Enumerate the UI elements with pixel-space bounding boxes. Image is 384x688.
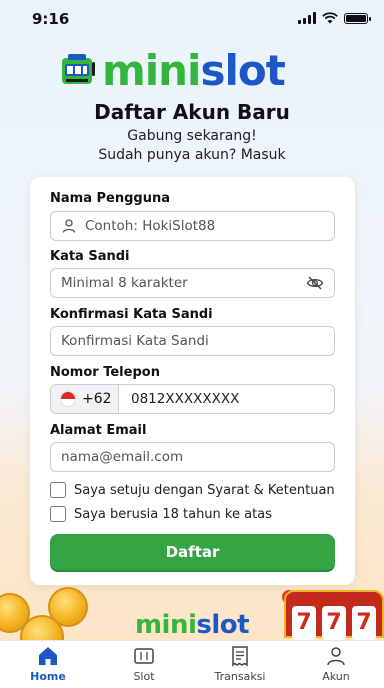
brand-mini: mini (102, 46, 201, 95)
home-icon (39, 647, 57, 665)
nav-akun-label: Akun (322, 670, 350, 683)
nav-slot[interactable]: Slot (104, 645, 184, 683)
reel: 7 (292, 606, 316, 640)
user-icon (327, 647, 345, 666)
age-checkbox[interactable] (50, 506, 66, 522)
password-label: Kata Sandi (50, 249, 130, 264)
banner-slot: slot (196, 610, 250, 640)
wifi-icon (322, 12, 338, 24)
password-input[interactable]: Minimal 8 karakter (50, 268, 335, 298)
nav-home-label: Home (30, 670, 66, 683)
register-form-card: Nama Pengguna Contoh: HokiSlot88 Kata Sa… (30, 177, 355, 585)
phone-label: Nomor Telepon (50, 365, 160, 380)
reel: 7 (352, 606, 376, 640)
login-prompt: Sudah punya akun? Masuk (0, 147, 384, 163)
username-placeholder: Contoh: HokiSlot88 (85, 218, 216, 234)
password-placeholder: Minimal 8 karakter (61, 275, 188, 291)
bottom-nav: Home Slot Transaksi Akun (0, 640, 384, 688)
login-prompt-text: Sudah punya akun? (98, 147, 237, 163)
confirm-password-placeholder: Konfirmasi Kata Sandi (61, 333, 209, 349)
signal-icon (298, 12, 316, 24)
terms-label: Saya setuju dengan Syarat & Ketentuan (74, 482, 335, 498)
phone-input-group: +62 0812XXXXXXXX (50, 384, 335, 414)
confirm-password-label: Konfirmasi Kata Sandi (50, 307, 213, 322)
country-code-select[interactable]: +62 (51, 385, 119, 413)
slot-machine-logo-icon (62, 54, 95, 84)
nav-slot-label: Slot (133, 670, 155, 683)
page-subtitle: Gabung sekarang! (127, 128, 257, 144)
phone-input[interactable]: 0812XXXXXXXX (119, 391, 239, 407)
slot-icon (134, 648, 154, 664)
status-icons (298, 12, 371, 24)
country-code: +62 (82, 391, 112, 407)
nav-akun[interactable]: Akun (296, 645, 376, 683)
slot-machine-illustration: 7 7 7 (284, 590, 384, 640)
page-title: Daftar Akun Baru (94, 100, 290, 124)
user-icon (62, 219, 76, 233)
nav-transaksi-label: Transaksi (214, 670, 266, 683)
nav-transaksi[interactable]: Transaksi (200, 645, 280, 683)
age-checkbox-row[interactable]: Saya berusia 18 tahun ke atas (50, 506, 272, 522)
status-bar: 9:16 (0, 0, 384, 38)
login-link[interactable]: Masuk (241, 147, 286, 163)
indonesia-flag-icon (60, 391, 76, 407)
eye-off-icon[interactable] (306, 274, 324, 292)
brand-wordmark: minislot (102, 50, 286, 92)
brand-logo: minislot (60, 50, 286, 92)
banner-mini: mini (134, 610, 197, 640)
receipt-icon (232, 646, 248, 667)
username-label: Nama Pengguna (50, 191, 170, 206)
email-input[interactable]: nama@email.com (50, 442, 335, 472)
terms-checkbox[interactable] (50, 482, 66, 498)
email-placeholder: nama@email.com (61, 449, 184, 465)
email-label: Alamat Email (50, 423, 147, 438)
nav-home[interactable]: Home (8, 645, 88, 683)
username-input[interactable]: Contoh: HokiSlot88 (50, 211, 335, 241)
reel: 7 (322, 606, 346, 640)
register-button[interactable]: Daftar (50, 534, 335, 570)
confirm-password-input[interactable]: Konfirmasi Kata Sandi (50, 326, 335, 356)
brand-slot: slot (200, 46, 285, 95)
status-time: 9:16 (32, 10, 70, 28)
terms-checkbox-row[interactable]: Saya setuju dengan Syarat & Ketentuan (50, 482, 335, 498)
age-label: Saya berusia 18 tahun ke atas (74, 506, 272, 522)
battery-icon (344, 12, 371, 24)
